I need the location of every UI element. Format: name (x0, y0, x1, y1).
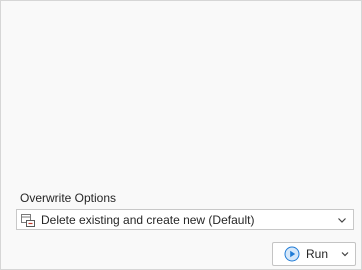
chevron-down-icon[interactable] (336, 214, 348, 226)
geoprocessing-pane: Overwrite Options Delete existing and cr… (0, 0, 362, 270)
overwrite-table-icon (21, 213, 35, 227)
play-circle-icon (284, 246, 300, 262)
overwrite-options-value: Delete existing and create new (Default) (41, 212, 255, 227)
overwrite-options-dropdown[interactable]: Delete existing and create new (Default) (16, 209, 354, 230)
run-button-label: Run (306, 247, 329, 261)
overwrite-options-label: Overwrite Options (20, 191, 117, 205)
run-button[interactable]: Run (272, 242, 356, 266)
run-options-chevron-icon[interactable] (340, 249, 350, 259)
